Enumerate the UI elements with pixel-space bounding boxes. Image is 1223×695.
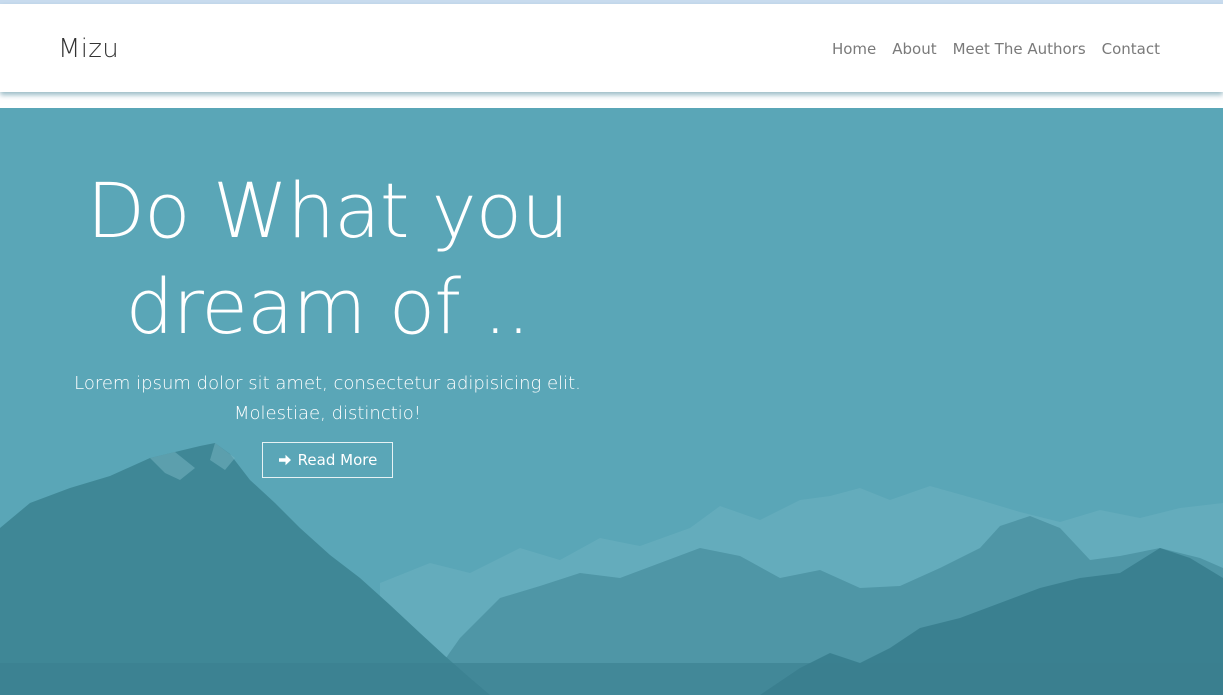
arrow-right-icon: [278, 453, 292, 467]
nav-link-meet-the-authors[interactable]: Meet The Authors: [953, 40, 1086, 58]
top-navbar: Mizu Home About Meet The Authors Contact: [0, 4, 1223, 92]
nav-link-home[interactable]: Home: [832, 40, 876, 58]
nav-link-contact[interactable]: Contact: [1102, 40, 1160, 58]
nav-links: Home About Meet The Authors Contact: [832, 40, 1160, 58]
hero-subtext: Lorem ipsum dolor sit amet, consectetur …: [74, 373, 581, 424]
read-more-label: Read More: [297, 451, 378, 469]
read-more-button[interactable]: Read More: [261, 442, 394, 478]
brand-logo[interactable]: Mizu: [58, 34, 119, 64]
nav-link-about[interactable]: About: [892, 40, 936, 58]
hero-headline: Do What you dream of ..: [86, 166, 570, 351]
hero-content: Do What you dream of .. Lorem ipsum dolo…: [60, 163, 595, 478]
hero-section: Do What you dream of .. Lorem ipsum dolo…: [0, 108, 1223, 695]
navbar-spacer: [0, 92, 1223, 108]
